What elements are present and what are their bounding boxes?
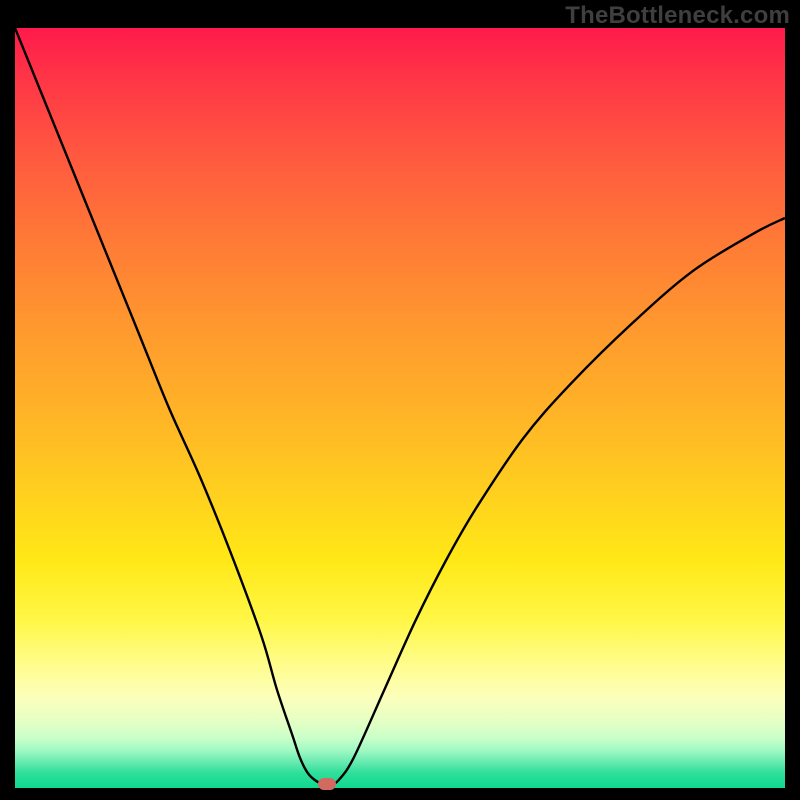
plot-area-border (15, 28, 785, 788)
curve-path (15, 28, 785, 785)
chart-frame: TheBottleneck.com (0, 0, 800, 800)
bottleneck-curve (15, 28, 785, 788)
watermark-text: TheBottleneck.com (565, 2, 790, 30)
optimal-point-marker (318, 778, 336, 790)
